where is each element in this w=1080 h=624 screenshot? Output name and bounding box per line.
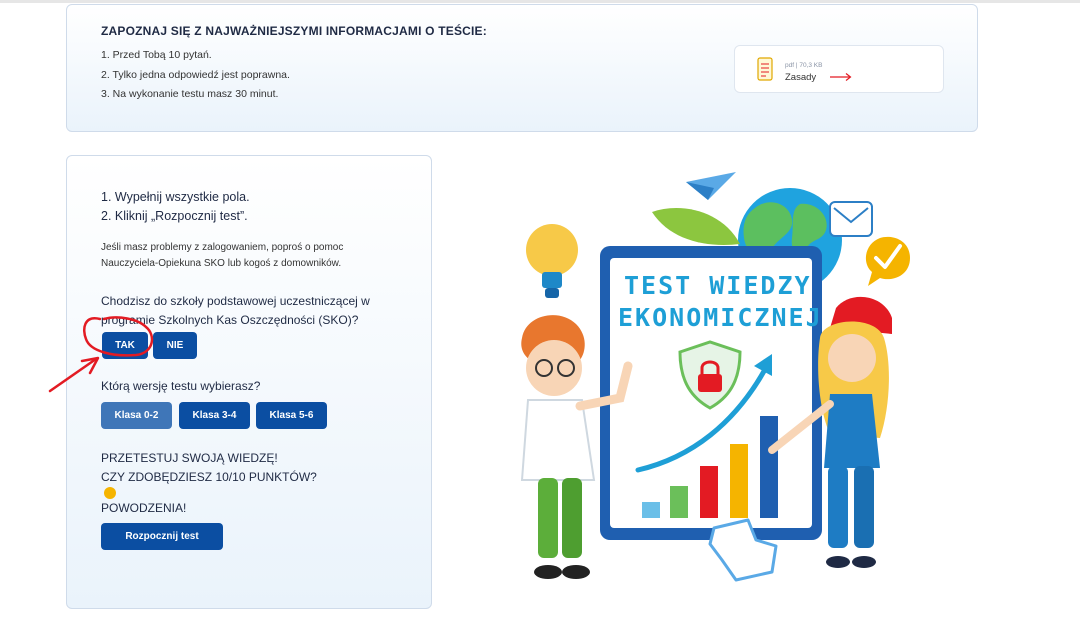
instruction-steps: 1. Wypełnij wszystkie pola. 2. Kliknij „… bbox=[101, 190, 250, 228]
rules-download-link[interactable]: pdf | 70,3 KB Zasady bbox=[734, 45, 944, 93]
paper-plane-icon bbox=[686, 172, 736, 200]
lightbulb-icon bbox=[526, 224, 578, 298]
motto-line: PRZETESTUJ SWOJĄ WIEDZĘ! bbox=[101, 451, 278, 465]
motto-line: CZY ZDOBĘDZIESZ 10/10 PUNKTÓW? bbox=[101, 468, 317, 499]
document-icon bbox=[757, 57, 773, 81]
version-button-3-4[interactable]: Klasa 3-4 bbox=[179, 402, 250, 429]
help-text: Jeśli masz problemy z zalogowaniem, popr… bbox=[101, 242, 344, 269]
yes-button[interactable]: TAK bbox=[102, 332, 148, 359]
headline-line: TEST WIEDZY bbox=[624, 271, 812, 300]
info-item: 1. Przed Tobą 10 pytań. bbox=[101, 49, 212, 61]
no-button[interactable]: NIE bbox=[153, 332, 197, 359]
headline-line: EKONOMICZNEJ bbox=[618, 303, 823, 332]
version-question: Którą wersję testu wybierasz? bbox=[101, 379, 261, 393]
info-item: 2. Tylko jedna odpowiedź jest poprawna. bbox=[101, 68, 290, 81]
top-border bbox=[0, 0, 1080, 3]
step-item: 2. Kliknij „Rozpocznij test”. bbox=[101, 209, 248, 223]
info-list: 1. Przed Tobą 10 pytań. 2. Tylko jedna o… bbox=[101, 49, 290, 108]
version-button-5-6[interactable]: Klasa 5-6 bbox=[256, 402, 327, 429]
mail-icon bbox=[829, 201, 873, 237]
test-illustration: TEST WIEDZY EKONOMICZNEJ bbox=[520, 172, 910, 582]
motto-line-text: CZY ZDOBĘDZIESZ 10/10 PUNKTÓW? bbox=[101, 470, 317, 484]
motto-text: PRZETESTUJ SWOJĄ WIEDZĘ! CZY ZDOBĘDZIESZ… bbox=[101, 449, 317, 518]
info-title: ZAPOZNAJ SIĘ Z NAJWAŻNIEJSZYMI INFORMACJ… bbox=[101, 24, 487, 38]
test-start-form: 1. Wypełnij wszystkie pola. 2. Kliknij „… bbox=[66, 155, 432, 609]
info-item: 3. Na wykonanie testu masz 30 minut. bbox=[101, 88, 279, 100]
version-button-0-2[interactable]: Klasa 0-2 bbox=[101, 402, 172, 429]
sko-question: Chodzisz do szkoły podstawowej uczestnic… bbox=[101, 294, 370, 327]
checkmark-icon bbox=[865, 236, 910, 286]
arrow-right-icon bbox=[830, 73, 852, 81]
smile-emoji-icon bbox=[104, 487, 116, 499]
file-name: Zasady bbox=[785, 72, 817, 83]
step-item: 1. Wypełnij wszystkie pola. bbox=[101, 190, 250, 204]
leaf-icon bbox=[652, 207, 740, 245]
start-test-button[interactable]: Rozpocznij test bbox=[101, 523, 223, 550]
tablet-illustration: TEST WIEDZY EKONOMICZNEJ bbox=[600, 246, 823, 540]
test-info-panel: ZAPOZNAJ SIĘ Z NAJWAŻNIEJSZYMI INFORMACJ… bbox=[66, 4, 978, 132]
motto-line: POWODZENIA! bbox=[101, 501, 187, 515]
file-meta: pdf | 70,3 KB bbox=[785, 62, 823, 69]
